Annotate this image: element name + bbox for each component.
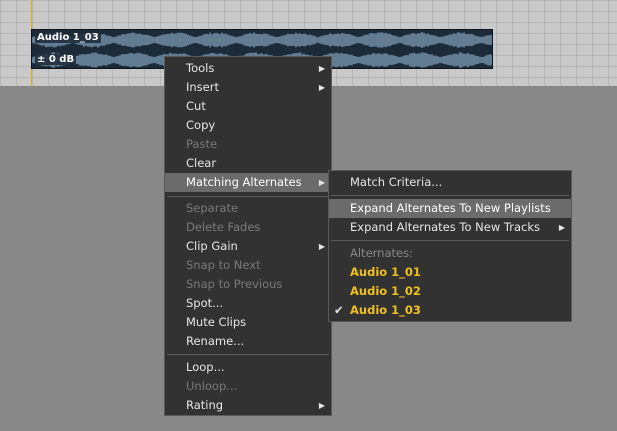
- menu-item-rating[interactable]: Rating ▶: [165, 396, 331, 415]
- menu-item-label: Match Criteria...: [350, 175, 443, 189]
- menu-item-clear[interactable]: Clear: [165, 154, 331, 173]
- menu-item-snap-to-next: Snap to Next: [165, 256, 331, 275]
- menu-item-label: Snap to Previous: [186, 277, 283, 291]
- alternates-header: Alternates:: [329, 244, 571, 263]
- submenu-arrow-icon: ▶: [318, 178, 325, 187]
- menu-item-unloop: Unloop...: [165, 377, 331, 396]
- menu-item-mute-clips[interactable]: Mute Clips: [165, 313, 331, 332]
- menu-item-label: Expand Alternates To New Playlists: [350, 201, 551, 215]
- menu-item-label: Insert: [186, 80, 219, 94]
- menu-item-separate: Separate: [165, 199, 331, 218]
- matching-alternates-submenu: Match Criteria... Expand Alternates To N…: [328, 170, 572, 322]
- menu-item-delete-fades: Delete Fades: [165, 218, 331, 237]
- menu-item-label: Paste: [186, 137, 218, 151]
- menu-separator: [331, 195, 569, 196]
- menu-item-label: Rename...: [186, 334, 245, 348]
- checkmark-icon: ✔: [334, 303, 344, 317]
- menu-item-matching-alternates[interactable]: Matching Alternates ▶: [165, 173, 331, 192]
- menu-header-label: Alternates:: [350, 246, 413, 260]
- clip-gain-label: ± 0 dB: [35, 54, 77, 65]
- menu-item-label: Tools: [186, 61, 215, 75]
- menu-item-tools[interactable]: Tools ▶: [165, 59, 331, 78]
- menu-item-paste: Paste: [165, 135, 331, 154]
- menu-item-label: Expand Alternates To New Tracks: [350, 220, 540, 234]
- menu-item-label: Rating: [186, 398, 224, 412]
- menu-item-insert[interactable]: Insert ▶: [165, 78, 331, 97]
- menu-item-cut[interactable]: Cut: [165, 97, 331, 116]
- menu-item-label: Cut: [186, 99, 206, 113]
- menu-item-label: Audio 1_02: [350, 284, 421, 298]
- menu-item-label: Unloop...: [186, 379, 238, 393]
- menu-item-alternate-audio-1-02[interactable]: Audio 1_02: [329, 282, 571, 301]
- menu-item-label: Audio 1_01: [350, 265, 421, 279]
- menu-item-label: Audio 1_03: [350, 303, 421, 317]
- menu-item-label: Clip Gain: [186, 239, 238, 253]
- menu-item-label: Loop...: [186, 360, 225, 374]
- menu-item-match-criteria[interactable]: Match Criteria...: [329, 173, 571, 192]
- clip-context-menu: Tools ▶ Insert ▶ Cut Copy Paste Clear Matc…: [164, 56, 332, 416]
- clip-name: Audio 1_03: [35, 32, 101, 43]
- menu-item-loop[interactable]: Loop...: [165, 358, 331, 377]
- menu-item-rename[interactable]: Rename...: [165, 332, 331, 351]
- menu-item-label: Delete Fades: [186, 220, 261, 234]
- menu-item-spot[interactable]: Spot...: [165, 294, 331, 313]
- menu-item-expand-to-tracks[interactable]: Expand Alternates To New Tracks ▶: [329, 218, 571, 237]
- submenu-arrow-icon: ▶: [318, 242, 325, 251]
- submenu-arrow-icon: ▶: [318, 401, 325, 410]
- submenu-arrow-icon: ▶: [318, 83, 325, 92]
- menu-item-label: Separate: [186, 201, 239, 215]
- submenu-arrow-icon: ▶: [318, 64, 325, 73]
- menu-item-copy[interactable]: Copy: [165, 116, 331, 135]
- menu-item-alternate-audio-1-03[interactable]: ✔ Audio 1_03: [329, 301, 571, 320]
- menu-item-label: Matching Alternates: [186, 175, 302, 189]
- menu-item-label: Snap to Next: [186, 258, 261, 272]
- menu-item-alternate-audio-1-01[interactable]: Audio 1_01: [329, 263, 571, 282]
- menu-item-clip-gain[interactable]: Clip Gain ▶: [165, 237, 331, 256]
- menu-item-label: Mute Clips: [186, 315, 247, 329]
- submenu-arrow-icon: ▶: [558, 223, 565, 232]
- menu-separator: [167, 354, 329, 355]
- menu-item-snap-to-previous: Snap to Previous: [165, 275, 331, 294]
- menu-item-label: Spot...: [186, 296, 224, 310]
- menu-item-label: Copy: [186, 118, 216, 132]
- menu-item-label: Clear: [186, 156, 217, 170]
- menu-separator: [331, 240, 569, 241]
- menu-separator: [167, 196, 329, 197]
- menu-item-expand-to-playlists[interactable]: Expand Alternates To New Playlists: [329, 199, 571, 218]
